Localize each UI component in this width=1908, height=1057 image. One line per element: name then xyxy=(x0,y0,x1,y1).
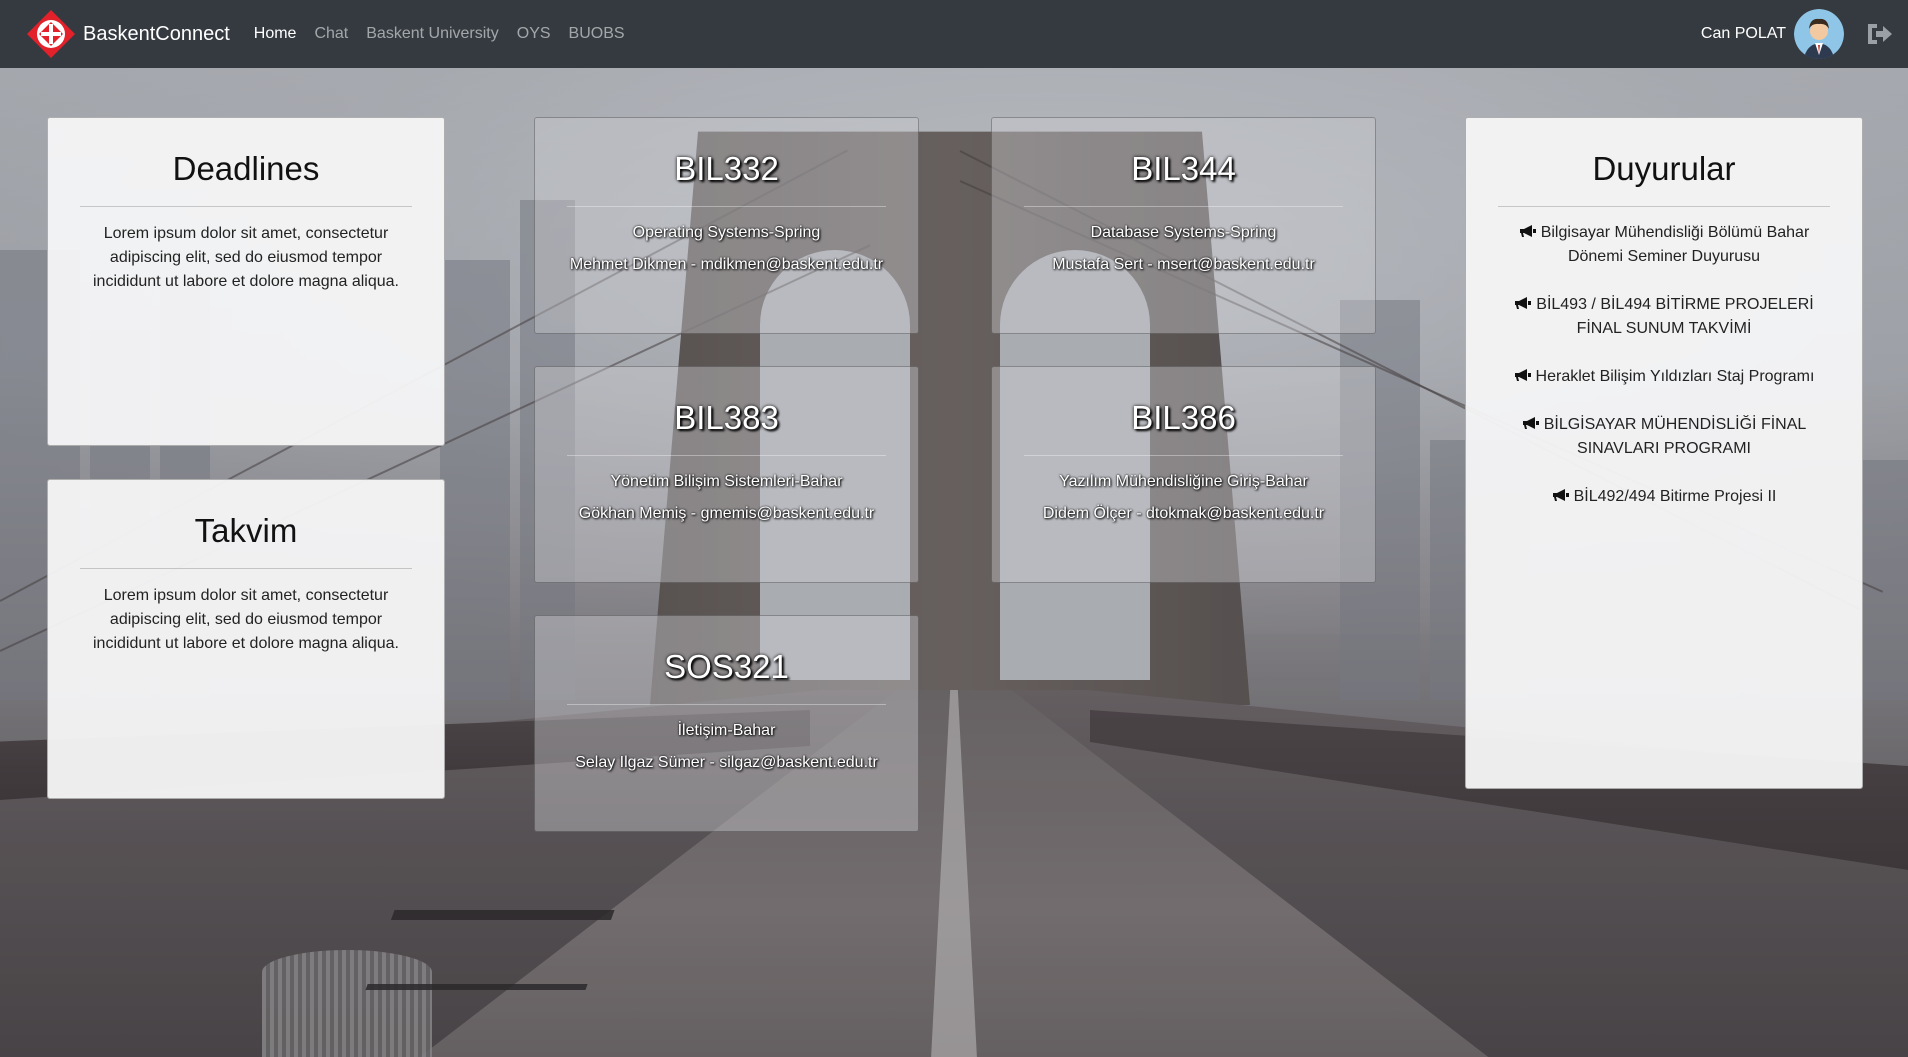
course-instructor: Mehmet Dikmen - mdikmen@baskent.edu.tr xyxy=(569,256,884,273)
calendar-text: Lorem ipsum dolor sit amet, consectetur … xyxy=(93,587,399,652)
bullhorn-icon xyxy=(1552,489,1569,501)
divider xyxy=(1024,455,1343,456)
sign-out-icon[interactable] xyxy=(1864,19,1894,49)
nav-link-oys[interactable]: OYS xyxy=(517,25,551,43)
top-navbar: BaskentConnect Home Chat Baskent Univers… xyxy=(0,0,1908,68)
bullhorn-icon xyxy=(1519,225,1536,237)
course-card[interactable]: BIL332 Operating Systems-Spring Mehmet D… xyxy=(534,117,919,334)
user-name[interactable]: Can POLAT xyxy=(1701,25,1786,43)
brand[interactable]: BaskentConnect xyxy=(25,0,254,68)
course-name: Yönetim Bilişim Sistemleri-Bahar xyxy=(610,473,843,490)
divider xyxy=(567,206,886,207)
brand-name[interactable]: BaskentConnect xyxy=(83,23,230,46)
course-instructor: Selay Ilgaz Sümer - silgaz@baskent.edu.t… xyxy=(575,754,878,771)
course-instructor: Didem Ölçer - dtokmak@baskent.edu.tr xyxy=(1042,505,1325,522)
announcements-card: Duyurular Bilgisayar Mühendisliği Bölümü… xyxy=(1465,117,1863,789)
course-card[interactable]: BIL386 Yazılım Mühendisliğine Giriş-Baha… xyxy=(991,366,1376,583)
course-instructor: Mustafa Sert - msert@baskent.edu.tr xyxy=(1052,256,1315,273)
nav-link-chat[interactable]: Chat xyxy=(314,25,348,43)
course-code: BIL332 xyxy=(674,150,779,187)
nav-link-buobs[interactable]: BUOBS xyxy=(569,25,625,43)
deadlines-text: Lorem ipsum dolor sit amet, consectetur … xyxy=(93,225,399,290)
bullhorn-icon xyxy=(1515,297,1532,309)
course-card[interactable]: BIL383 Yönetim Bilişim Sistemleri-Bahar … xyxy=(534,366,919,583)
course-code: BIL383 xyxy=(674,399,779,436)
course-name: Operating Systems-Spring xyxy=(632,224,821,241)
course-instructor: Gökhan Memiş - gmemis@baskent.edu.tr xyxy=(578,505,875,522)
announcement-text[interactable]: BİLGİSAYAR MÜHENDİSLİĞİ FİNAL SINAVLARI … xyxy=(1544,416,1807,457)
user-avatar-icon[interactable] xyxy=(1794,9,1844,59)
course-name: İletişim-Bahar xyxy=(677,722,776,739)
course-name: Database Systems-Spring xyxy=(1090,224,1277,241)
baskent-logo-icon xyxy=(27,10,75,58)
deadlines-title: Deadlines xyxy=(172,150,320,187)
course-name: Yazılım Mühendisliğine Giriş-Bahar xyxy=(1059,473,1308,490)
announcement-item[interactable]: BİLGİSAYAR MÜHENDİSLİĞİ FİNAL SINAVLARI … xyxy=(1506,413,1822,461)
divider xyxy=(567,704,886,705)
announcement-item[interactable]: BİL493 / BİL494 BİTİRME PROJELERİ FİNAL … xyxy=(1506,293,1822,341)
nav-links: Home Chat Baskent University OYS BUOBS xyxy=(254,25,643,43)
announcement-text[interactable]: BİL492/494 Bitirme Projesi II xyxy=(1574,488,1777,505)
course-code: BIL386 xyxy=(1131,399,1236,436)
announcements-title: Duyurular xyxy=(1592,150,1736,187)
announcement-text[interactable]: Bilgisayar Mühendisliği Bölümü Bahar Dön… xyxy=(1541,224,1810,265)
announcement-item[interactable]: BİL492/494 Bitirme Projesi II xyxy=(1506,485,1822,509)
course-code: BIL344 xyxy=(1131,150,1236,187)
announcement-item[interactable]: Bilgisayar Mühendisliği Bölümü Bahar Dön… xyxy=(1506,221,1822,269)
announcement-text[interactable]: BİL493 / BİL494 BİTİRME PROJELERİ FİNAL … xyxy=(1536,296,1813,337)
course-code: SOS321 xyxy=(664,648,789,685)
course-card[interactable]: BIL344 Database Systems-Spring Mustafa S… xyxy=(991,117,1376,334)
announcement-item[interactable]: Heraklet Bilişim Yıldızları Staj Program… xyxy=(1506,365,1822,389)
user-area: Can POLAT xyxy=(1701,0,1908,68)
nav-link-home[interactable]: Home xyxy=(254,25,297,43)
course-card[interactable]: SOS321 İletişim-Bahar Selay Ilgaz Sümer … xyxy=(534,615,919,832)
bullhorn-icon xyxy=(1522,417,1539,429)
calendar-card: Takvim Lorem ipsum dolor sit amet, conse… xyxy=(47,479,445,799)
bullhorn-icon xyxy=(1514,369,1531,381)
calendar-title: Takvim xyxy=(194,512,298,549)
divider xyxy=(1024,206,1343,207)
deadlines-card: Deadlines Lorem ipsum dolor sit amet, co… xyxy=(47,117,445,446)
announcements-list: Bilgisayar Mühendisliği Bölümü Bahar Dön… xyxy=(1466,207,1862,509)
divider xyxy=(567,455,886,456)
announcement-text[interactable]: Heraklet Bilişim Yıldızları Staj Program… xyxy=(1536,368,1815,385)
nav-link-baskent-university[interactable]: Baskent University xyxy=(366,25,499,43)
